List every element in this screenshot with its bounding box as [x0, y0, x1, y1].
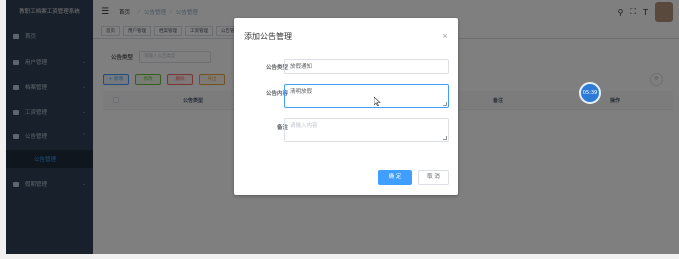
resize-handle-icon[interactable] [443, 102, 447, 106]
mouse-cursor-icon [374, 97, 381, 106]
remark-textarea[interactable]: 请输入内容 [284, 118, 449, 142]
notice-content-textarea[interactable]: 清明放假 [284, 84, 449, 108]
textarea-placeholder: 请输入内容 [290, 123, 318, 129]
resize-handle-icon[interactable] [443, 136, 447, 140]
confirm-button[interactable]: 确 定 [378, 170, 412, 185]
app-root: 教职工档案工资管理系统 首页 用户管理 ⌄ 档案管理 ⌄ 工资管理 ⌄ 公告管理… [0, 0, 679, 259]
cancel-button[interactable]: 取 消 [418, 170, 449, 185]
notice-type-input[interactable]: 放假通知 [284, 59, 449, 74]
textarea-value: 清明放假 [290, 89, 313, 95]
add-notice-dialog: 添加公告管理 × 公告类型 放假通知 公告内容 清明放假 备注 请输入内容 确 … [234, 18, 458, 195]
close-icon[interactable]: × [442, 32, 448, 40]
time-badge: 05:39 [579, 82, 601, 104]
dialog-title: 添加公告管理 [244, 32, 292, 41]
